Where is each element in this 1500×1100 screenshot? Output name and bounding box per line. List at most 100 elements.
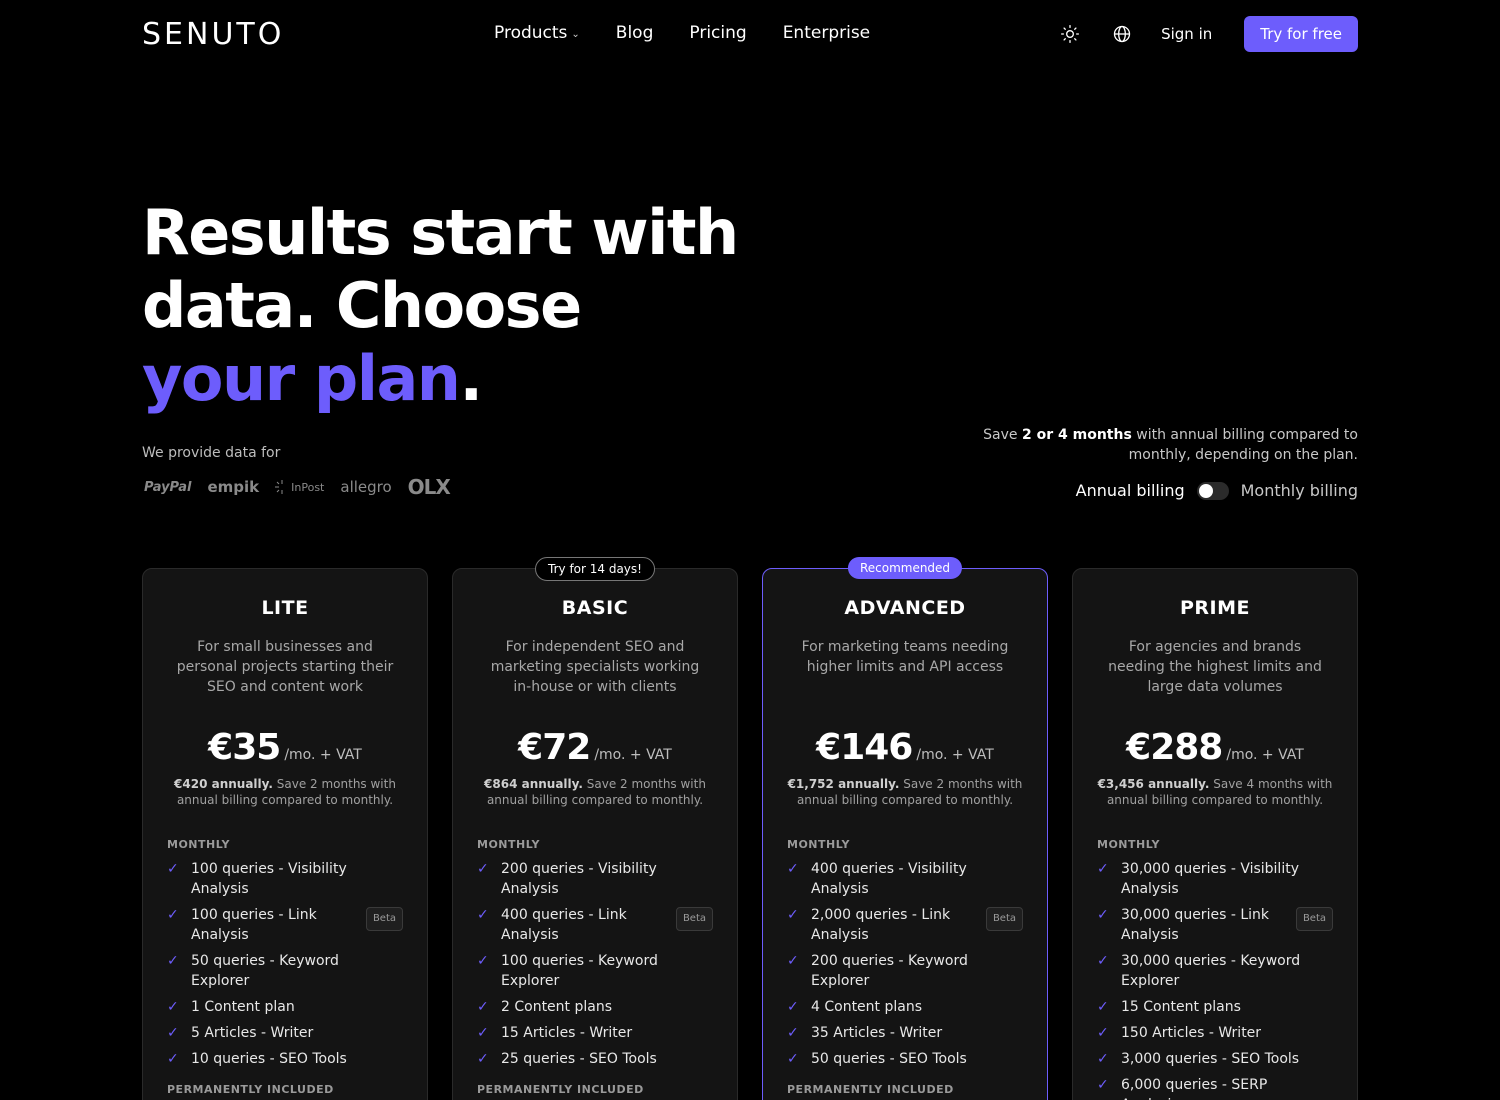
feature-text: 50 queries - SEO Tools: [811, 1051, 967, 1067]
feature-item: ✓ 35 Articles - Writer: [787, 1023, 1023, 1043]
globe-icon: [1113, 25, 1131, 43]
monthly-section-label: MONTHLY: [167, 838, 230, 851]
feature-text: 10 queries - SEO Tools: [191, 1051, 347, 1067]
note-pre: Save: [983, 427, 1022, 443]
check-icon: ✓: [477, 1051, 489, 1067]
feature-text: 100 queries - Keyword Explorer: [501, 953, 658, 989]
annual-total: €420 annually.: [174, 777, 273, 791]
price-unit: /mo. + VAT: [594, 747, 672, 763]
feature-text: 5 Articles - Writer: [191, 1025, 314, 1041]
senuto-logo[interactable]: SENUTO: [142, 17, 284, 52]
feature-item: ✓ 15 Content plans: [1097, 997, 1333, 1017]
feature-item: ✓ 10 queries - SEO Tools: [167, 1049, 403, 1069]
feature-text: 6,000 queries - SERP Analysis: [1121, 1077, 1268, 1100]
check-icon: ✓: [787, 907, 799, 923]
feature-text: 4 Content plans: [811, 999, 923, 1015]
language-button[interactable]: [1109, 16, 1135, 52]
feature-item: ✓ 400 queries - Link Analysis Beta: [477, 905, 713, 945]
feature-item: ✓ 50 queries - SEO Tools: [787, 1049, 1023, 1069]
beta-badge: Beta: [365, 907, 403, 931]
nav-products-label: Products: [494, 23, 568, 43]
paypal-logo: PayPal: [144, 480, 191, 495]
price-row: €35/mo. + VAT: [167, 727, 403, 768]
theme-toggle-button[interactable]: [1057, 16, 1083, 52]
plan-price: €288: [1126, 727, 1223, 768]
annual-billing-label[interactable]: Annual billing: [1076, 481, 1185, 500]
nav-pricing[interactable]: Pricing: [689, 23, 746, 43]
nav-right: Sign in Try for free: [1057, 16, 1358, 52]
feature-text: 50 queries - Keyword Explorer: [191, 953, 339, 989]
nav-enterprise[interactable]: Enterprise: [783, 23, 870, 43]
feature-text: 15 Content plans: [1121, 999, 1241, 1015]
check-icon: ✓: [1097, 861, 1109, 877]
annual-total: €1,752 annually.: [787, 777, 900, 791]
permanent-section-label: PERMANENTLY INCLUDED: [477, 1083, 644, 1096]
feature-item: ✓ 30,000 queries - Keyword Explorer: [1097, 951, 1333, 991]
inpost-logo: InPost: [275, 480, 324, 494]
plan-card-lite[interactable]: LITE For small businesses and personal pr…: [142, 568, 428, 1100]
sign-in-link[interactable]: Sign in: [1161, 25, 1212, 43]
plan-badge: Try for 14 days!: [535, 557, 655, 581]
plan-description: For small businesses and personal projec…: [176, 639, 394, 695]
nav-products[interactable]: Products ⌄: [494, 23, 580, 43]
provide-label: We provide data for: [142, 445, 281, 461]
feature-item: ✓ 6,000 queries - SERP Analysis: [1097, 1075, 1333, 1100]
permanent-section-label: PERMANENTLY INCLUDED: [787, 1083, 954, 1096]
title-part: Results start with data. Choose: [142, 196, 739, 342]
feature-text: 15 Articles - Writer: [501, 1025, 633, 1041]
page-title: Results start with data. Choose your pla…: [142, 196, 742, 415]
feature-text: 150 Articles - Writer: [1121, 1025, 1262, 1041]
plan-name: PRIME: [1179, 597, 1250, 619]
check-icon: ✓: [167, 953, 179, 969]
feature-item: ✓ 15 Articles - Writer: [477, 1023, 713, 1043]
feature-item: ✓ 30,000 queries - Visibility Analysis: [1097, 859, 1333, 899]
annual-price-note: €1,752 annually. Save 2 months with annu…: [787, 776, 1023, 808]
feature-text: 200 queries - Keyword Explorer: [811, 953, 968, 989]
feature-text: 30,000 queries - Keyword Explorer: [1121, 953, 1301, 989]
price-unit: /mo. + VAT: [916, 747, 994, 763]
feature-item: ✓ 100 queries - Link Analysis Beta: [167, 905, 403, 945]
billing-toggle[interactable]: [1196, 481, 1229, 500]
title-accent-your: your: [142, 342, 295, 415]
monthly-section-label: MONTHLY: [477, 838, 540, 851]
price-row: €288/mo. + VAT: [1097, 727, 1333, 768]
title-space: [294, 342, 314, 415]
check-icon: ✓: [167, 999, 179, 1015]
plan-price: €72: [518, 727, 591, 768]
plan-card-prime[interactable]: PRIME For agencies and brands needing the…: [1072, 568, 1358, 1100]
check-icon: ✓: [477, 861, 489, 877]
check-icon: ✓: [1097, 907, 1109, 923]
price-row: €72/mo. + VAT: [477, 727, 713, 768]
beta-badge: Beta: [675, 907, 713, 931]
feature-item: ✓ 200 queries - Keyword Explorer: [787, 951, 1023, 991]
plan-description: For agencies and brands needing the high…: [1108, 639, 1322, 695]
monthly-billing-label[interactable]: Monthly billing: [1241, 481, 1358, 500]
nav-blog[interactable]: Blog: [616, 23, 654, 43]
note-post: with annual billing compared to monthly,…: [1128, 427, 1358, 463]
check-icon: ✓: [787, 861, 799, 877]
olx-logo: OLX: [407, 475, 451, 499]
feature-item: ✓ 25 queries - SEO Tools: [477, 1049, 713, 1069]
annual-price-note: €420 annually. Save 2 months with annual…: [167, 776, 403, 808]
annual-total: €864 annually.: [484, 777, 583, 791]
feature-item: ✓ 1 Content plan: [167, 997, 403, 1017]
plan-card-basic[interactable]: Try for 14 days! BASIC For independent SEO…: [452, 557, 738, 1100]
check-icon: ✓: [167, 907, 179, 923]
toggle-knob: [1198, 483, 1213, 498]
plan-description: For independent SEO and marketing specia…: [490, 639, 700, 695]
feature-text: 400 queries - Visibility Analysis: [811, 861, 967, 897]
plan-name: BASIC: [561, 597, 629, 619]
beta-badge: Beta: [985, 907, 1023, 931]
try-for-free-button[interactable]: Try for free: [1244, 16, 1358, 52]
feature-item: ✓ 400 queries - Visibility Analysis: [787, 859, 1023, 899]
feature-item: ✓ 4 Content plans: [787, 997, 1023, 1017]
feature-text: 1 Content plan: [191, 999, 295, 1015]
feature-item: ✓ 150 Articles - Writer: [1097, 1023, 1333, 1043]
monthly-section-label: MONTHLY: [1097, 838, 1160, 851]
inpost-text: InPost: [291, 480, 325, 494]
title-accent-plan: plan: [313, 342, 461, 415]
plan-card-advanced[interactable]: Recommended ADVANCED For marketing teams n…: [762, 557, 1048, 1100]
top-nav: SENUTO Products ⌄ Blog Pricing Enterpris…: [0, 0, 1500, 68]
allegro-logo: allegro: [340, 478, 392, 496]
check-icon: ✓: [787, 1051, 799, 1067]
